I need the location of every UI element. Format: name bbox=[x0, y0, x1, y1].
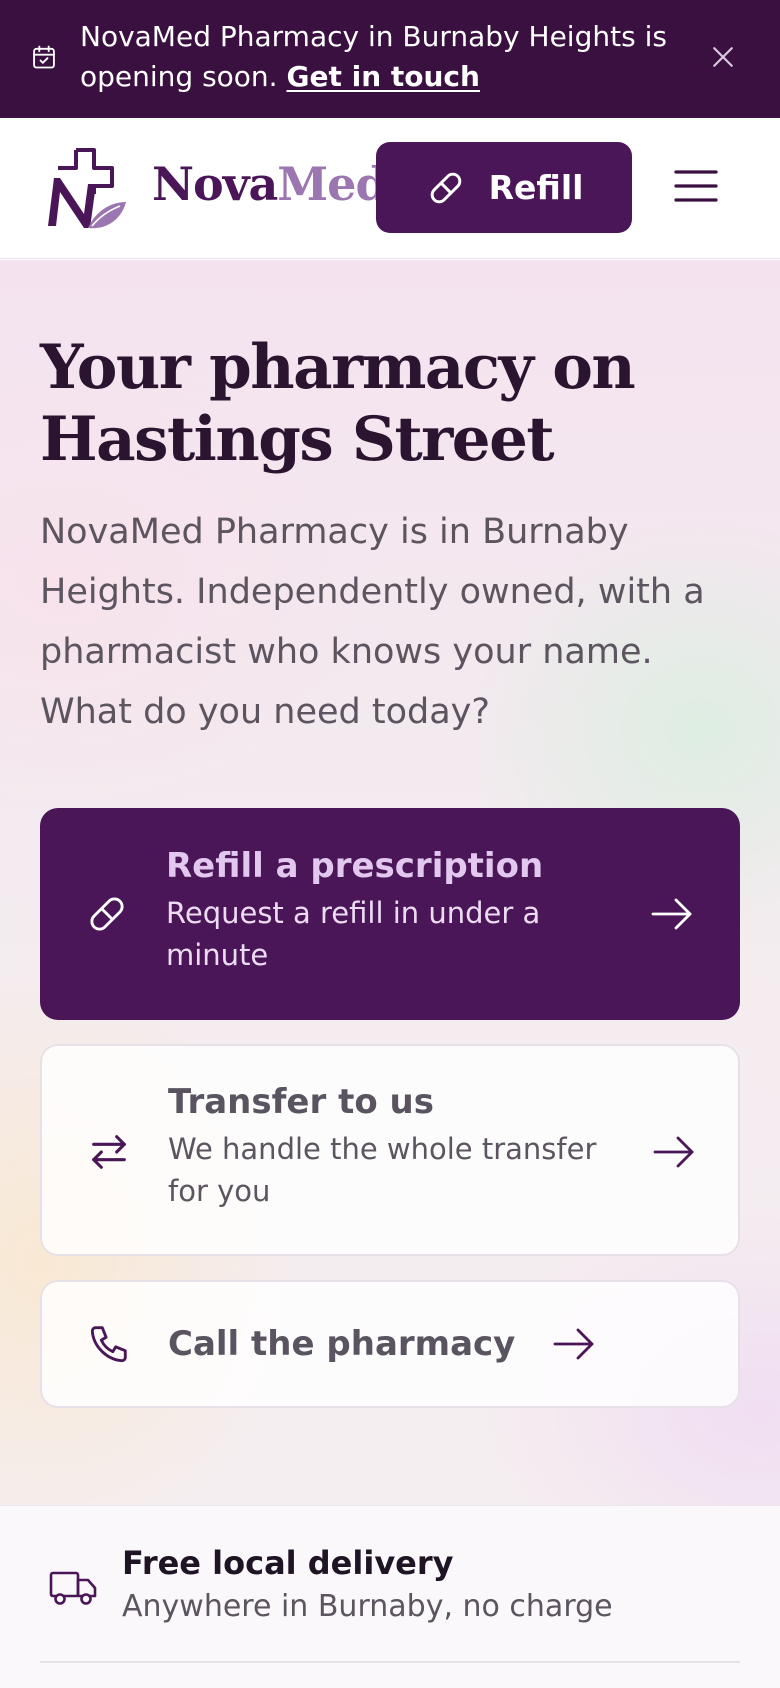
refill-prescription-card[interactable]: Refill a prescription Request a refill i… bbox=[40, 808, 740, 1020]
site-header: NovaMed Refill bbox=[0, 118, 780, 259]
pill-icon bbox=[90, 897, 124, 931]
hero-title: Your pharmacy on Hastings Street bbox=[40, 332, 740, 476]
logo-text-nova: Nova bbox=[152, 157, 278, 211]
call-pharmacy-title: Call the pharmacy bbox=[168, 1324, 516, 1364]
features-section: Free local delivery Anywhere in Burnaby,… bbox=[0, 1505, 780, 1688]
hero-lead-text: NovaMed Pharmacy is in Burnaby Heights. … bbox=[40, 512, 705, 732]
novamed-logo-mark[interactable] bbox=[40, 144, 130, 232]
feature-title: Free local delivery bbox=[122, 1544, 454, 1582]
get-in-touch-link[interactable]: Get in touch bbox=[286, 60, 479, 93]
refill-button-label: Refill bbox=[488, 168, 584, 207]
transfer-arrows-icon bbox=[92, 1135, 126, 1169]
arrow-right-icon bbox=[653, 1136, 694, 1168]
call-pharmacy-card[interactable]: Call the pharmacy bbox=[40, 1280, 740, 1408]
hero-title-line1: Your pharmacy on bbox=[40, 332, 636, 403]
refill-prescription-title: Refill a prescription bbox=[166, 846, 544, 886]
arrow-right-icon bbox=[553, 1328, 594, 1360]
refill-prescription-subtitle: Request a refill in under a minute bbox=[166, 896, 541, 972]
refill-button[interactable]: Refill bbox=[376, 142, 632, 233]
arrow-right-icon bbox=[651, 898, 692, 930]
transfer-title: Transfer to us bbox=[168, 1082, 434, 1122]
delivery-truck-icon bbox=[49, 1571, 97, 1605]
novamed-logo-text[interactable]: NovaMed bbox=[152, 154, 388, 214]
hamburger-menu-icon[interactable] bbox=[672, 166, 720, 206]
transfer-subtitle: We handle the whole transfer for you bbox=[168, 1132, 597, 1208]
calendar-icon bbox=[33, 45, 55, 69]
transfer-card[interactable]: Transfer to us We handle the whole trans… bbox=[40, 1044, 740, 1256]
logo-text-med: Med bbox=[277, 157, 387, 211]
announcement-text: NovaMed Pharmacy in Burnaby Heights is o… bbox=[80, 17, 680, 97]
pill-icon bbox=[430, 172, 461, 203]
close-icon[interactable] bbox=[708, 42, 738, 72]
announcement-banner: NovaMed Pharmacy in Burnaby Heights is o… bbox=[0, 0, 780, 118]
divider bbox=[40, 1661, 740, 1663]
hero-section: Your pharmacy on Hastings Street NovaMed… bbox=[0, 260, 780, 1505]
hero-title-line2: Hastings Street bbox=[40, 404, 555, 475]
feature-subtitle: Anywhere in Burnaby, no charge bbox=[122, 1589, 613, 1624]
phone-icon bbox=[90, 1326, 127, 1363]
